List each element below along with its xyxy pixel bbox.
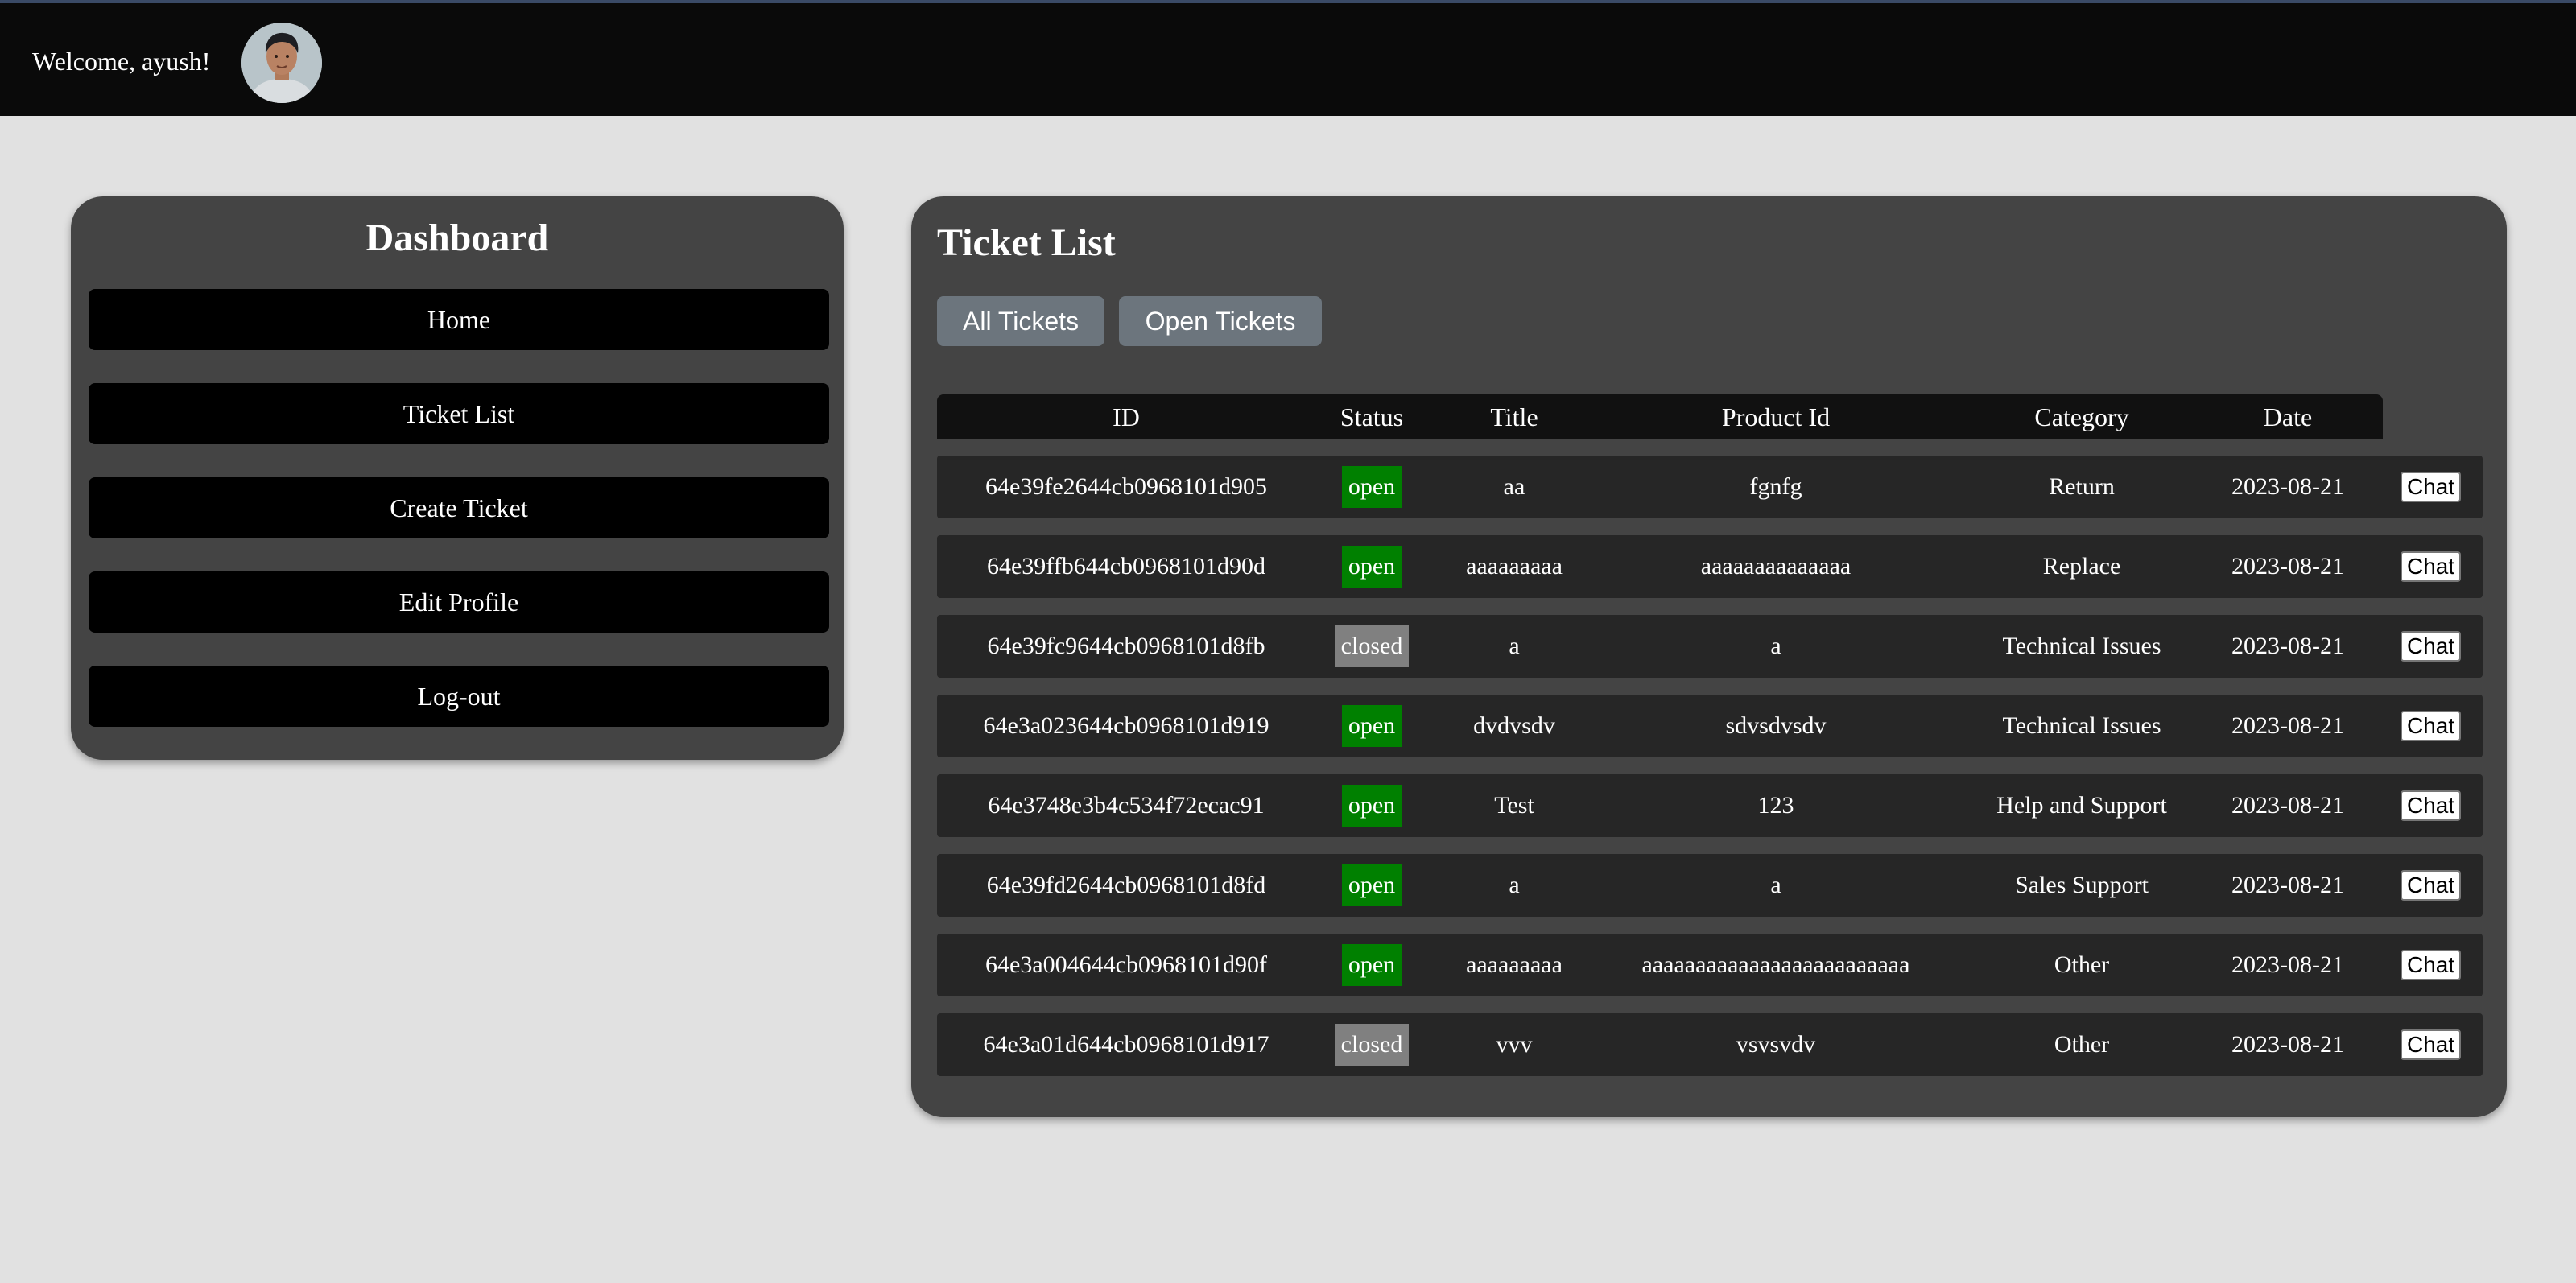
chat-button[interactable]: Chat: [2401, 950, 2462, 980]
cell-title: a: [1509, 633, 1520, 659]
nav-edit-profile-button[interactable]: Edit Profile: [89, 571, 829, 633]
chat-button[interactable]: Chat: [2401, 711, 2462, 741]
cell-product-id: 123: [1757, 792, 1794, 819]
cell-title: aaaaaaaaa: [1466, 951, 1563, 978]
cell-date: 2023-08-21: [2231, 712, 2344, 739]
status-badge: open: [1341, 864, 1402, 906]
table-row: 64e39ffb644cb0968101d90d aaaaaaaaa aaaaaaa…: [937, 535, 2483, 598]
table-row: 64e3a023644cb0968101d919 dvdvsdv sdvsdvsdv…: [937, 695, 2483, 757]
avatar[interactable]: [242, 23, 322, 103]
cell-product-id: fgnfg: [1749, 473, 1802, 500]
all-tickets-button[interactable]: All Tickets: [937, 296, 1104, 346]
column-header-category: Category: [2034, 402, 2129, 431]
ticket-list-panel: Ticket List All Tickets Open Tickets ID …: [911, 196, 2507, 1117]
cell-title: dvdvsdv: [1473, 712, 1555, 739]
nav-home-button[interactable]: Home: [89, 289, 829, 350]
user-avatar-icon: [242, 23, 322, 103]
cell-title: aaaaaaaaa: [1466, 553, 1563, 580]
table-row: 64e39fd2644cb0968101d8fd a a Sales Support 2…: [937, 854, 2483, 917]
table-header: ID Status Title Product Id Category Date: [937, 394, 2383, 439]
cell-product-id: sdvsdvsdv: [1725, 712, 1827, 739]
table-row: 64e3748e3b4c534f72ecac91 Test 123 Help and …: [937, 774, 2483, 837]
status-badge: open: [1341, 785, 1402, 827]
status-badge: open: [1341, 705, 1402, 747]
cell-status: open: [1315, 854, 1428, 917]
nav-logout-button[interactable]: Log-out: [89, 666, 829, 727]
column-header-date: Date: [2263, 402, 2313, 431]
page-title: Ticket List: [937, 221, 1116, 264]
cell-product-id: a: [1770, 872, 1781, 898]
table-row: 64e3a004644cb0968101d90f aaaaaaaaa aaaaaaa…: [937, 934, 2483, 996]
cell-category: Technical Issues: [2002, 633, 2161, 659]
cell-date: 2023-08-21: [2231, 1031, 2344, 1058]
top-navbar: Welcome, ayush!: [0, 0, 2576, 116]
table-row: 64e3a01d644cb0968101d917 vvv vsvsvdv Other 2…: [937, 1013, 2483, 1076]
cell-category: Sales Support: [2015, 872, 2149, 898]
cell-id: 64e39ffb644cb0968101d90d: [986, 553, 1266, 580]
cell-status: open: [1315, 774, 1428, 837]
chat-button[interactable]: Chat: [2401, 472, 2462, 502]
cell-id: 64e39fc9644cb0968101d8fb: [987, 633, 1265, 659]
status-badge: open: [1341, 546, 1402, 588]
dashboard-sidebar: Dashboard Home Ticket List Create Ticket…: [71, 196, 844, 760]
column-header-title: Title: [1490, 402, 1538, 431]
cell-title: Test: [1494, 792, 1534, 819]
cell-title: a: [1509, 872, 1520, 898]
cell-category: Other: [2054, 951, 2110, 978]
cell-status: closed: [1315, 1013, 1428, 1076]
cell-date: 2023-08-21: [2231, 553, 2344, 580]
cell-category: Replace: [2042, 553, 2121, 580]
status-badge: open: [1341, 944, 1402, 986]
cell-status: open: [1315, 535, 1428, 598]
status-badge: closed: [1334, 625, 1410, 667]
nav-create-ticket-button[interactable]: Create Ticket: [89, 477, 829, 538]
cell-date: 2023-08-21: [2231, 872, 2344, 898]
chat-button[interactable]: Chat: [2401, 631, 2462, 662]
cell-product-id: aaaaaaaaaaaaaa: [1700, 553, 1852, 580]
cell-id: 64e3748e3b4c534f72ecac91: [988, 792, 1265, 819]
cell-date: 2023-08-21: [2231, 633, 2344, 659]
cell-status: closed: [1315, 615, 1428, 678]
chat-button[interactable]: Chat: [2401, 551, 2462, 582]
cell-id: 64e39fd2644cb0968101d8fd: [986, 872, 1266, 898]
status-badge: open: [1341, 466, 1402, 508]
cell-id: 64e3a01d644cb0968101d917: [983, 1031, 1269, 1058]
cell-date: 2023-08-21: [2231, 473, 2344, 500]
cell-status: open: [1315, 695, 1428, 757]
cell-status: open: [1315, 934, 1428, 996]
open-tickets-button[interactable]: Open Tickets: [1119, 296, 1322, 346]
column-header-id: ID: [1113, 402, 1140, 431]
sidebar-title: Dashboard: [365, 217, 549, 259]
cell-category: Other: [2054, 1031, 2110, 1058]
cell-id: 64e39fe2644cb0968101d905: [985, 473, 1267, 500]
cell-date: 2023-08-21: [2231, 951, 2344, 978]
column-header-product-id: Product Id: [1721, 402, 1831, 431]
chat-button[interactable]: Chat: [2401, 870, 2462, 901]
table-row: 64e39fc9644cb0968101d8fb a a Technical Issu…: [937, 615, 2483, 678]
column-header-status: Status: [1340, 402, 1404, 431]
cell-product-id: a: [1770, 633, 1781, 659]
cell-product-id: vsvsvdv: [1736, 1031, 1816, 1058]
cell-category: Return: [2049, 473, 2115, 500]
cell-date: 2023-08-21: [2231, 792, 2344, 819]
cell-status: open: [1315, 456, 1428, 518]
welcome-text: Welcome, ayush!: [32, 47, 211, 76]
cell-id: 64e3a023644cb0968101d919: [983, 712, 1269, 739]
nav-ticket-list-button[interactable]: Ticket List: [89, 383, 829, 444]
chat-button[interactable]: Chat: [2401, 790, 2462, 821]
cell-product-id: aaaaaaaaaaaaaaaaaaaaaaaaa: [1641, 951, 1910, 978]
cell-category: Help and Support: [1996, 792, 2167, 819]
cell-title: vvv: [1496, 1031, 1533, 1058]
cell-title: aa: [1503, 473, 1525, 500]
chat-button[interactable]: Chat: [2401, 1029, 2462, 1060]
status-badge: closed: [1334, 1024, 1410, 1066]
table-row: 64e39fe2644cb0968101d905 aa fgnfg Return 202…: [937, 456, 2483, 518]
cell-id: 64e3a004644cb0968101d90f: [985, 951, 1267, 978]
cell-category: Technical Issues: [2002, 712, 2161, 739]
